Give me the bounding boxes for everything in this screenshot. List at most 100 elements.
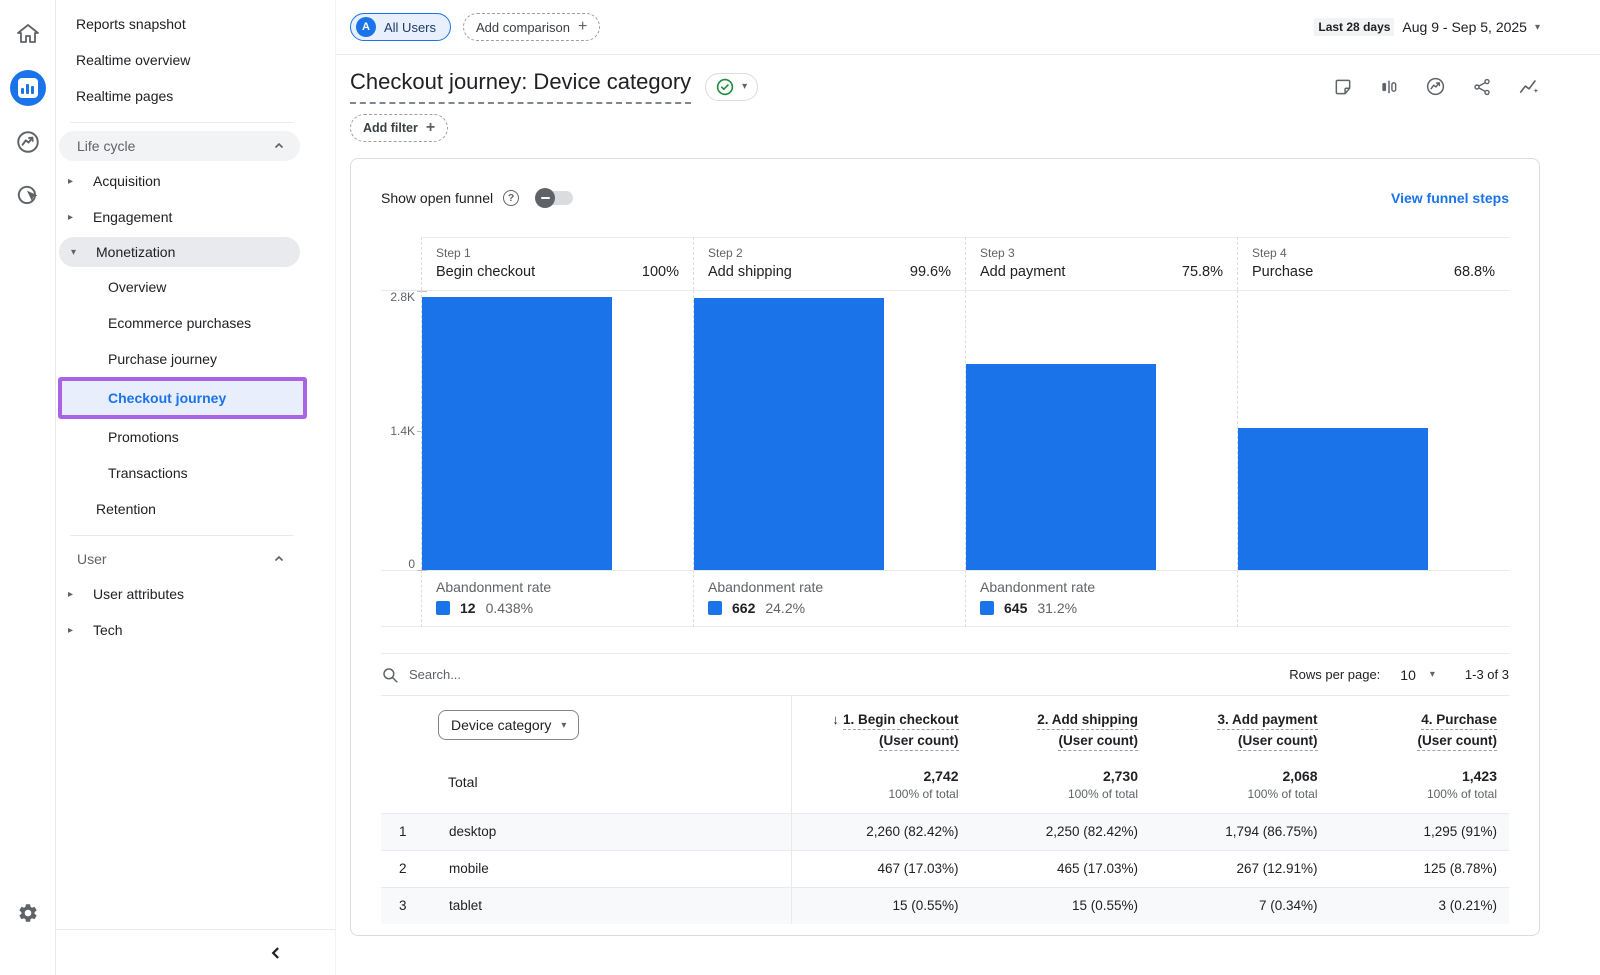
sidebar-item-reports-snapshot[interactable]: Reports snapshot xyxy=(56,6,335,42)
sidebar-item-retention[interactable]: Retention xyxy=(56,491,335,527)
show-open-funnel-label: Show open funnel xyxy=(381,190,493,206)
chevron-up-icon xyxy=(274,141,284,151)
sort-descending-icon: ↓ xyxy=(832,712,839,727)
share-icon[interactable] xyxy=(1472,77,1492,97)
help-icon[interactable]: ? xyxy=(503,190,519,206)
dimension-header-cell: Device category ▾ xyxy=(381,696,791,758)
sidebar-item-engagement[interactable]: ▸ Engagement xyxy=(56,199,335,235)
y-tick-label: 1.4K xyxy=(390,424,415,438)
add-comparison-button[interactable]: Add comparison + xyxy=(463,13,600,41)
sidebar-divider xyxy=(70,535,293,536)
funnel-step-header-3[interactable]: Step 3 Add payment75.8% xyxy=(965,237,1237,290)
row-cell: 125 (8.78%) xyxy=(1330,850,1510,887)
sidebar-item-checkout-journey[interactable]: Checkout journey xyxy=(62,381,303,415)
insights-circle-icon[interactable] xyxy=(1425,76,1446,97)
funnel-report-card: Show open funnel ? View funnel steps Ste… xyxy=(350,158,1540,936)
column-subtitle[interactable]: (User count) xyxy=(1417,733,1497,751)
home-icon[interactable] xyxy=(10,16,46,52)
advertising-icon[interactable] xyxy=(10,178,46,214)
step-number: Step 1 xyxy=(436,246,679,260)
collapse-sidebar-icon[interactable] xyxy=(269,946,283,960)
sidebar-section-life-cycle[interactable]: Life cycle xyxy=(59,131,300,161)
plus-icon: + xyxy=(426,119,435,137)
sidebar-item-tech[interactable]: ▸ Tech xyxy=(56,612,335,648)
customize-report-icon[interactable] xyxy=(1379,77,1399,97)
plus-icon: + xyxy=(578,18,587,36)
report-status-pill[interactable]: ▾ xyxy=(705,73,758,101)
row-index: 3 xyxy=(381,887,431,924)
column-title[interactable]: 2. Add shipping xyxy=(1037,712,1138,730)
add-filter-button[interactable]: Add filter + xyxy=(350,114,448,142)
sidebar-item-label: Realtime pages xyxy=(76,88,173,104)
filter-row: Add filter + xyxy=(336,104,1600,142)
row-cell: 15 (0.55%) xyxy=(971,887,1151,924)
sidebar-item-label: Transactions xyxy=(108,465,188,481)
sidebar-item-acquisition[interactable]: ▸ Acquisition xyxy=(56,163,335,199)
segment-avatar: A xyxy=(356,17,376,37)
y-tick-label: 0 xyxy=(408,557,415,571)
open-funnel-toggle[interactable] xyxy=(537,191,573,205)
abandonment-rate: 31.2% xyxy=(1037,600,1077,616)
funnel-bar-add-shipping[interactable] xyxy=(694,298,884,570)
search-icon xyxy=(381,666,399,684)
sidebar-item-transactions[interactable]: Transactions xyxy=(56,455,335,491)
sidebar-item-user-attributes[interactable]: ▸ User attributes xyxy=(56,576,335,612)
sidebar-item-realtime-overview[interactable]: Realtime overview xyxy=(56,42,335,78)
page-title[interactable]: Checkout journey: Device category xyxy=(350,69,691,104)
column-subtitle[interactable]: (User count) xyxy=(879,733,959,751)
sidebar-item-promotions[interactable]: Promotions xyxy=(56,419,335,455)
abandonment-rate: 0.438% xyxy=(486,600,533,616)
note-icon[interactable] xyxy=(1333,77,1353,97)
table-toolbar: Rows per page: 10 ▾ 1-3 of 3 xyxy=(381,653,1509,695)
abandonment-count: 645 xyxy=(1004,600,1027,616)
chevron-up-icon xyxy=(274,554,284,564)
caret-down-icon[interactable]: ▾ xyxy=(1430,669,1435,680)
reports-icon[interactable] xyxy=(10,70,46,106)
total-cell: 1,423 100% of total xyxy=(1330,758,1510,813)
total-value: 2,742 xyxy=(800,768,959,784)
sidebar-item-ecommerce-purchases[interactable]: Ecommerce purchases xyxy=(56,305,335,341)
funnel-bar-add-payment[interactable] xyxy=(966,364,1156,570)
funnel-column-3 xyxy=(965,290,1237,570)
row-cell: 2,250 (82.42%) xyxy=(971,813,1151,850)
funnel-bar-purchase[interactable] xyxy=(1238,428,1428,570)
abandonment-gutter xyxy=(381,570,421,627)
column-subtitle[interactable]: (User count) xyxy=(1238,733,1318,751)
dimension-selector-label: Device category xyxy=(451,717,551,733)
sidebar-item-label: Promotions xyxy=(108,429,179,445)
funnel-bar-begin-checkout[interactable] xyxy=(422,297,612,570)
all-users-chip[interactable]: A All Users xyxy=(350,13,451,41)
sidebar-item-purchase-journey[interactable]: Purchase journey xyxy=(56,341,335,377)
column-title[interactable]: 4. Purchase xyxy=(1421,712,1497,730)
comparison-bar: A All Users Add comparison + Last 28 day… xyxy=(336,0,1600,55)
expander-right-icon: ▸ xyxy=(68,625,93,636)
sidebar-item-realtime-pages[interactable]: Realtime pages xyxy=(56,78,335,114)
column-title[interactable]: 1. Begin checkout xyxy=(843,712,959,730)
bar-chart-icon xyxy=(18,78,38,98)
caret-down-icon: ▾ xyxy=(742,81,747,92)
sidebar-section-user[interactable]: User xyxy=(59,544,300,574)
rows-per-page-value[interactable]: 10 xyxy=(1400,667,1416,683)
sparkline-insights-icon[interactable] xyxy=(1518,76,1540,98)
total-label: Total xyxy=(381,758,791,813)
check-circle-icon xyxy=(716,78,734,96)
dimension-selector-button[interactable]: Device category ▾ xyxy=(438,710,579,740)
all-users-label: All Users xyxy=(384,20,436,35)
column-title[interactable]: 3. Add payment xyxy=(1217,712,1317,730)
sidebar-item-label: Engagement xyxy=(93,209,172,225)
column-subtitle[interactable]: (User count) xyxy=(1058,733,1138,751)
abandonment-cell-2: Abandonment rate 66224.2% xyxy=(693,570,965,627)
search-input[interactable] xyxy=(409,667,709,682)
funnel-step-header-4[interactable]: Step 4 Purchase68.8% xyxy=(1237,237,1509,290)
toggle-thumb-off xyxy=(535,188,555,208)
sidebar-item-overview[interactable]: Overview xyxy=(56,269,335,305)
explore-icon[interactable] xyxy=(10,124,46,160)
caret-down-icon: ▾ xyxy=(561,720,566,731)
funnel-step-header-2[interactable]: Step 2 Add shipping99.6% xyxy=(693,237,965,290)
view-funnel-steps-link[interactable]: View funnel steps xyxy=(1391,190,1509,206)
settings-gear-icon[interactable] xyxy=(10,895,46,931)
date-range-picker[interactable]: Last 28 days Aug 9 - Sep 5, 2025 ▾ xyxy=(1314,18,1540,36)
funnel-column-2 xyxy=(693,290,965,570)
sidebar-item-monetization[interactable]: ▾ Monetization xyxy=(59,237,300,267)
funnel-step-header-1[interactable]: Step 1 Begin checkout100% xyxy=(421,237,693,290)
